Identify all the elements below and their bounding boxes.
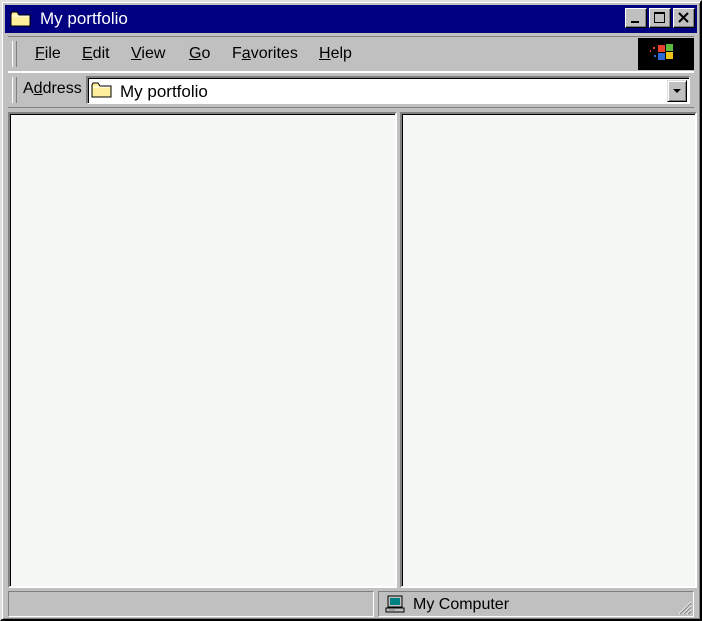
menu-favorites-prefix: F	[232, 45, 242, 62]
menu-favorites-mnemonic: a	[241, 45, 251, 62]
address-combobox[interactable]: My portfolio	[86, 76, 690, 104]
address-grip[interactable]	[12, 77, 17, 103]
status-zone-label: My Computer	[413, 596, 510, 613]
window-controls	[625, 8, 695, 28]
close-icon	[678, 12, 689, 23]
address-label-rest: dress	[42, 80, 82, 97]
folder-contents-pane[interactable]	[400, 112, 697, 588]
menu-favorites[interactable]: Favorites	[232, 45, 298, 63]
menu-go-mnemonic: G	[189, 45, 202, 62]
windows-logo-icon	[638, 38, 694, 70]
menu-file-label: ile	[44, 45, 61, 62]
address-label: Address	[23, 80, 82, 98]
menu-view-mnemonic: V	[131, 45, 142, 62]
address-bar: Address My portfolio	[8, 72, 694, 108]
menu-go[interactable]: Go	[189, 45, 210, 63]
menu-help[interactable]: Help	[319, 45, 352, 63]
folder-icon	[10, 10, 32, 28]
folder-tree-pane[interactable]	[8, 112, 397, 588]
maximize-icon	[654, 12, 665, 23]
minimize-icon	[631, 21, 639, 23]
menu-file[interactable]: File	[35, 45, 61, 63]
minimize-button[interactable]	[625, 8, 647, 28]
menu-file-mnemonic: F	[35, 45, 45, 62]
computer-icon	[385, 595, 405, 613]
explorer-window: My portfolio File Edit View Go Favorites…	[0, 0, 702, 621]
window-title: My portfolio	[40, 9, 128, 28]
toolbar-grip[interactable]	[12, 41, 17, 67]
menu-edit-mnemonic: E	[82, 45, 93, 62]
menu-favorites-label: vorites	[250, 45, 298, 62]
address-label-prefix: A	[23, 80, 34, 97]
menu-edit[interactable]: Edit	[82, 45, 110, 63]
menu-go-label: o	[201, 45, 211, 62]
address-dropdown-button[interactable]	[667, 80, 687, 102]
status-bar: My Computer	[8, 591, 694, 617]
title-bar[interactable]: My portfolio	[5, 5, 697, 33]
menu-view[interactable]: View	[131, 45, 165, 63]
maximize-button[interactable]	[649, 8, 671, 28]
menu-bar: File Edit View Go Favorites Help	[8, 36, 694, 72]
menu-view-label: iew	[141, 45, 166, 62]
status-zone: My Computer	[378, 591, 694, 617]
menu-edit-label: dit	[92, 45, 110, 62]
menu-help-mnemonic: H	[319, 45, 331, 62]
folder-icon	[91, 81, 113, 99]
menu-help-label: elp	[330, 45, 352, 62]
address-value[interactable]: My portfolio	[120, 82, 208, 102]
status-message	[8, 591, 374, 617]
resize-grip-icon[interactable]	[676, 599, 692, 615]
address-label-mnemonic: d	[33, 80, 43, 97]
close-button[interactable]	[673, 8, 695, 28]
